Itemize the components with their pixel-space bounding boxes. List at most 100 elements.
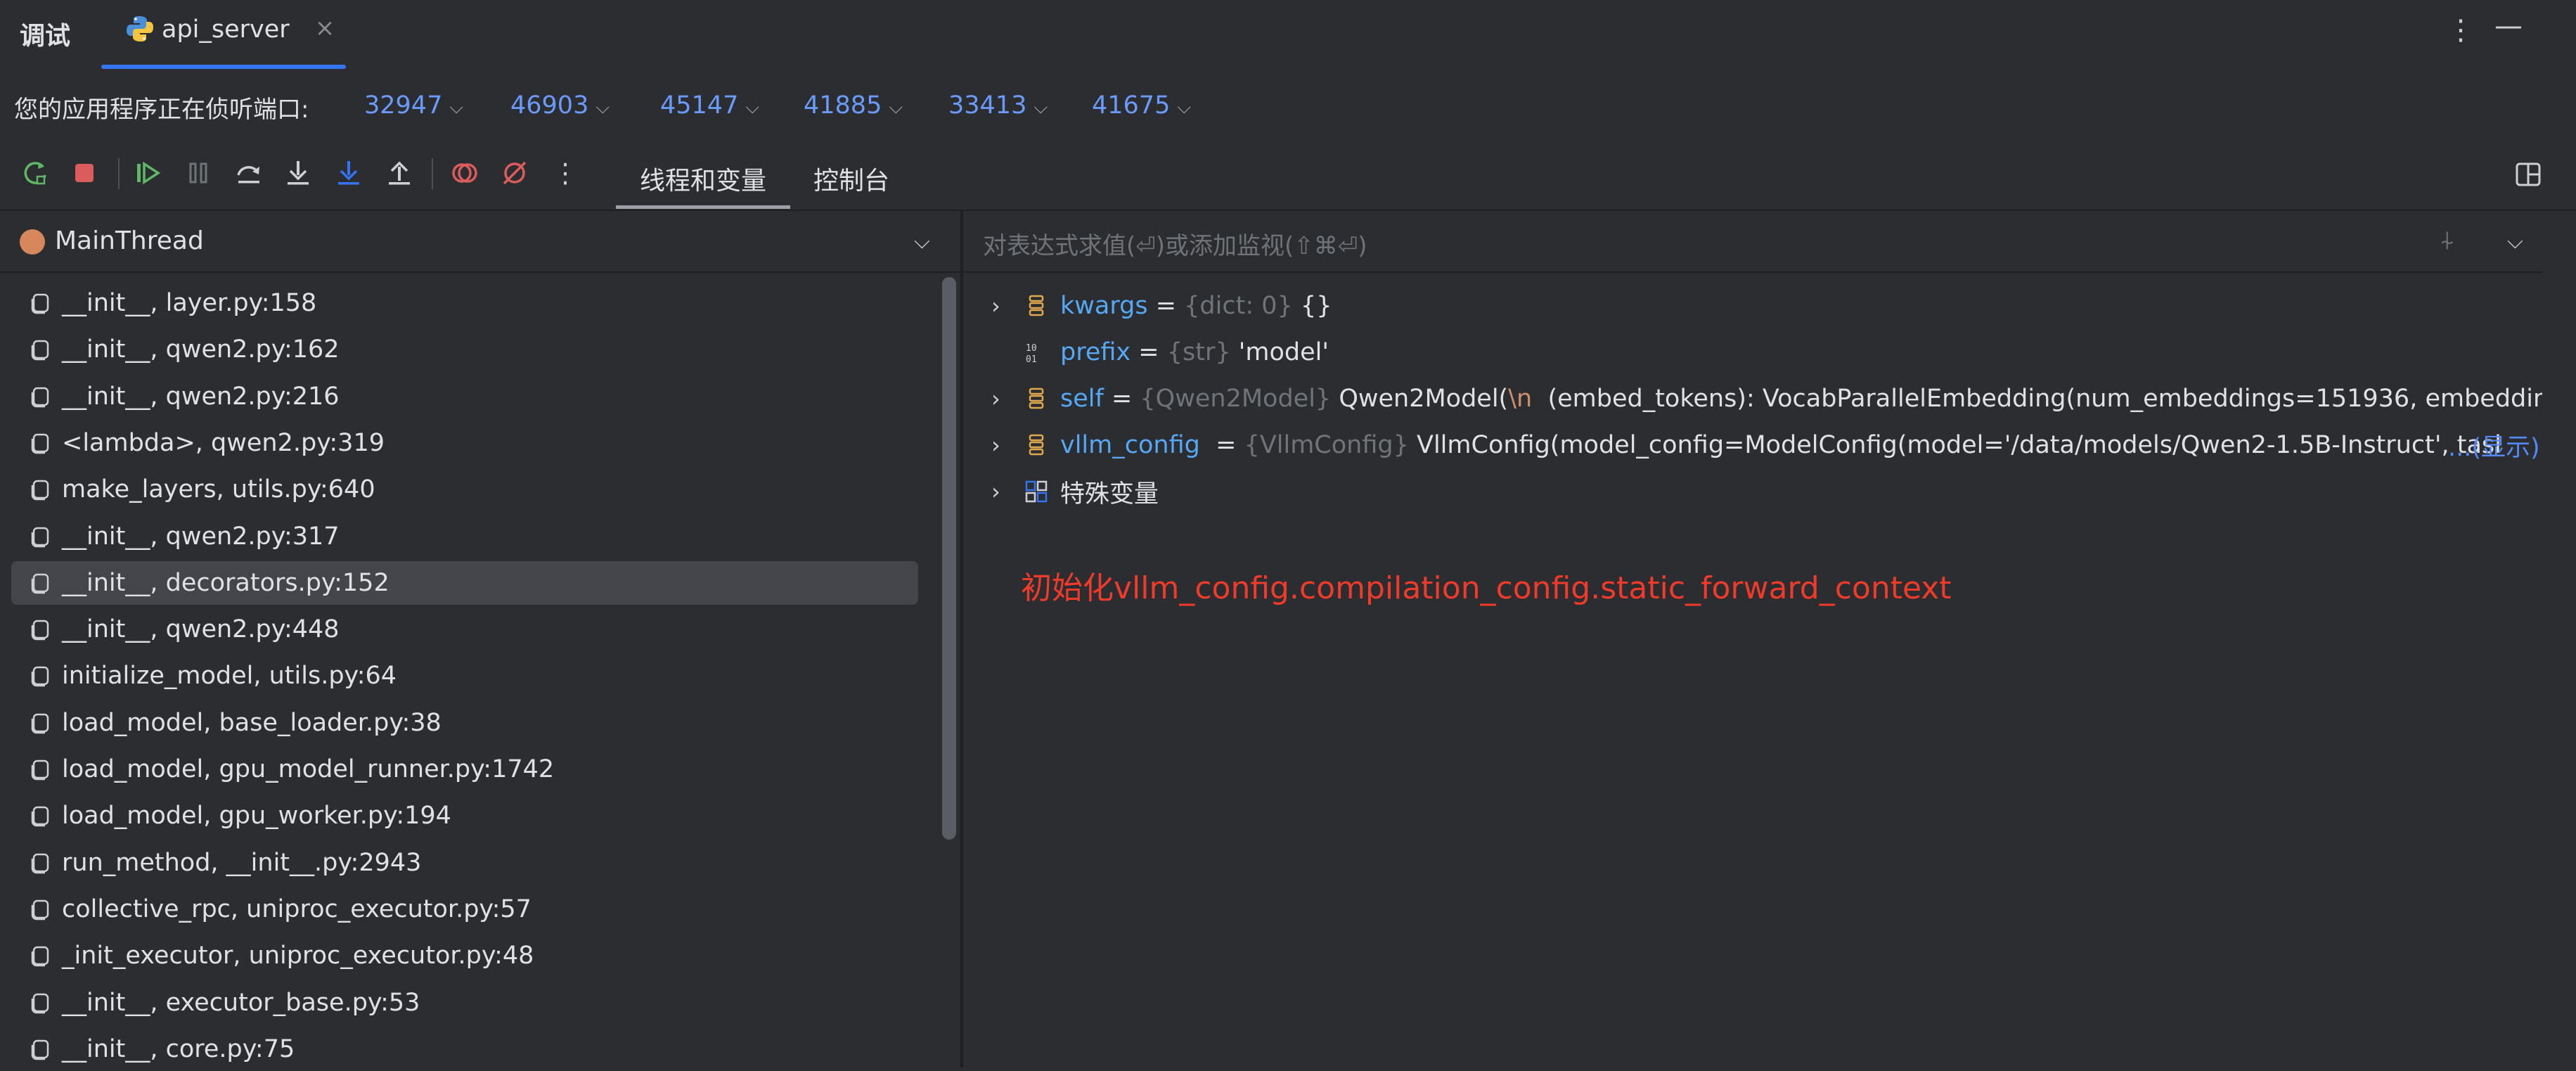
stack-frame-label: load_model, gpu_worker.py:194 [62, 802, 451, 830]
variable-row-special[interactable]: › 特殊变量 [991, 470, 1159, 513]
frame-icon [31, 899, 49, 921]
frame-icon [31, 853, 49, 873]
step-into-icon[interactable] [281, 156, 315, 190]
port-link[interactable]: 41675 ⌵ [1092, 91, 1191, 120]
tab-console[interactable]: 控制台 [813, 160, 889, 197]
chevron-right-icon[interactable]: › [991, 478, 1011, 505]
stack-frame-row[interactable]: __init__, core.py:75 [11, 1027, 918, 1071]
mute-breakpoints-icon[interactable] [498, 156, 532, 190]
variable-type: {dict: 0} [1184, 292, 1293, 320]
more-options-icon[interactable]: ⋮ [2447, 14, 2475, 46]
chevron-right-icon[interactable]: › [991, 385, 1011, 412]
chevron-down-icon: ⌵ [745, 97, 760, 118]
collection-icon [1029, 295, 1044, 316]
frame-icon [31, 340, 49, 361]
stack-frame-label: run_method, __init__.py:2943 [62, 848, 422, 877]
port-number: 33413 [948, 91, 1027, 120]
stack-frame-row[interactable]: run_method, __init__.py:2943 [11, 841, 918, 885]
variable-row-kwargs[interactable]: › kwargs = {dict: 0} {} [991, 285, 1332, 327]
port-link[interactable]: 33413 ⌵ [948, 91, 1048, 120]
variable-name: prefix [1060, 338, 1131, 366]
frame-icon [31, 293, 49, 314]
stack-frame-row[interactable]: load_model, base_loader.py:38 [11, 701, 918, 745]
chevron-down-icon: ⌵ [1177, 97, 1192, 118]
port-number: 41675 [1092, 91, 1171, 120]
frame-icon [31, 946, 49, 967]
svg-text:10: 10 [1026, 343, 1037, 354]
stack-frame-row[interactable]: __init__, executor_base.py:53 [11, 981, 918, 1025]
tab-api-server[interactable]: api_server × [125, 11, 335, 70]
tab-debug[interactable]: 调试 [20, 15, 70, 52]
rerun-icon[interactable] [18, 156, 52, 190]
show-value-link-label: ...(显示) [2448, 433, 2540, 462]
chevron-down-icon: ⌵ [1033, 97, 1048, 118]
close-icon[interactable]: × [315, 14, 335, 42]
stack-frame-label: __init__, qwen2.py:448 [62, 615, 340, 644]
special-variables-icon [1025, 480, 1048, 503]
stack-frame-row[interactable]: initialize_model, utils.py:64 [11, 654, 918, 698]
stack-frame-row[interactable]: __init__, qwen2.py:317 [11, 515, 918, 558]
add-watch-icon[interactable]: ⍭ [2440, 226, 2455, 256]
frame-icon [31, 807, 49, 827]
svg-text:01: 01 [1026, 354, 1037, 365]
chevron-right-icon[interactable]: › [991, 293, 1011, 319]
variable-row-prefix[interactable]: 10 01 prefix = {str} 'model' [991, 331, 1329, 373]
chevron-down-icon[interactable]: ⌵ [914, 229, 930, 254]
chevron-down-icon: ⌵ [595, 97, 610, 118]
resume-icon[interactable] [131, 156, 165, 190]
equals-sign: = [1103, 385, 1140, 413]
step-into-my-code-icon[interactable] [332, 156, 366, 190]
view-breakpoints-icon[interactable] [447, 156, 481, 190]
frame-icon [31, 620, 49, 641]
frame-icon [31, 667, 49, 687]
equals-sign: = [1147, 292, 1185, 320]
port-link[interactable]: 46903 ⌵ [510, 91, 610, 120]
stack-frame-row[interactable]: __init__, decorators.py:152 [11, 560, 918, 605]
stack-frame-label: load_model, base_loader.py:38 [62, 708, 442, 737]
port-link[interactable]: 41885 ⌵ [804, 91, 903, 120]
frame-icon [31, 480, 49, 501]
minimize-icon[interactable]: — [2494, 10, 2523, 42]
stack-frame-row[interactable]: load_model, gpu_model_runner.py:1742 [11, 748, 918, 791]
stack-frame-label: __init__, qwen2.py:317 [62, 522, 340, 551]
more-actions-icon[interactable]: ⋮ [548, 156, 582, 190]
frame-icon [31, 433, 49, 454]
show-value-link[interactable]: ...(显示) [2448, 424, 2540, 466]
stack-frame-row[interactable]: make_layers, utils.py:640 [11, 468, 918, 511]
variable-row-self[interactable]: › self = {Qwen2Model} Qwen2Model( \n (em… [991, 378, 2542, 420]
tab-api-server-label: api_server [162, 15, 290, 44]
chevron-right-icon[interactable]: › [991, 432, 1011, 458]
variable-value-rest: (embed_tokens): VocabParallelEmbedding(n… [1532, 385, 2542, 413]
pause-icon[interactable] [181, 156, 215, 190]
port-number: 45147 [660, 91, 739, 120]
stack-frame-row[interactable]: __init__, qwen2.py:162 [11, 328, 918, 371]
step-over-icon[interactable] [232, 156, 266, 190]
annotation-text: 初始化vllm_config.compilation_config.static… [1021, 570, 1952, 606]
port-link[interactable]: 32947 ⌵ [364, 91, 463, 120]
variable-row-vllm-config[interactable]: › vllm_config = {VllmConfig} VllmConfig(… [991, 424, 2501, 466]
stack-frame-row[interactable]: __init__, layer.py:158 [11, 281, 918, 325]
stack-frame-row[interactable]: __init__, qwen2.py:448 [11, 608, 918, 651]
stack-frame-row[interactable]: _init_executor, uniproc_executor.py:48 [11, 934, 918, 977]
python-icon [127, 16, 153, 41]
chevron-down-icon: ⌵ [449, 97, 464, 118]
stack-frame-label: __init__, decorators.py:152 [62, 568, 389, 597]
frame-icon [31, 387, 49, 407]
variable-name: self [1060, 385, 1104, 413]
tab-threads-variables[interactable]: 线程和变量 [640, 160, 766, 197]
layout-settings-icon[interactable] [2514, 160, 2542, 191]
stack-frame-row[interactable]: collective_rpc, uniproc_executor.py:57 [11, 887, 918, 931]
stack-frame-row[interactable]: <lambda>, qwen2.py:319 [11, 421, 918, 465]
frames-scrollbar[interactable] [942, 277, 956, 840]
port-number: 41885 [804, 91, 882, 120]
port-link[interactable]: 45147 ⌵ [660, 91, 759, 120]
stop-icon[interactable] [67, 156, 101, 190]
step-out-icon[interactable] [382, 156, 416, 190]
stack-frame-label: make_layers, utils.py:640 [62, 475, 375, 504]
stack-frame-label: __init__, qwen2.py:216 [62, 382, 340, 411]
stack-frame-row[interactable]: __init__, qwen2.py:216 [11, 375, 918, 418]
right-gutter [2542, 211, 2576, 1067]
stack-frame-row[interactable]: load_model, gpu_worker.py:194 [11, 794, 918, 838]
chevron-down-icon[interactable]: ⌵ [2507, 229, 2523, 254]
stack-frame-label: _init_executor, uniproc_executor.py:48 [62, 942, 534, 970]
